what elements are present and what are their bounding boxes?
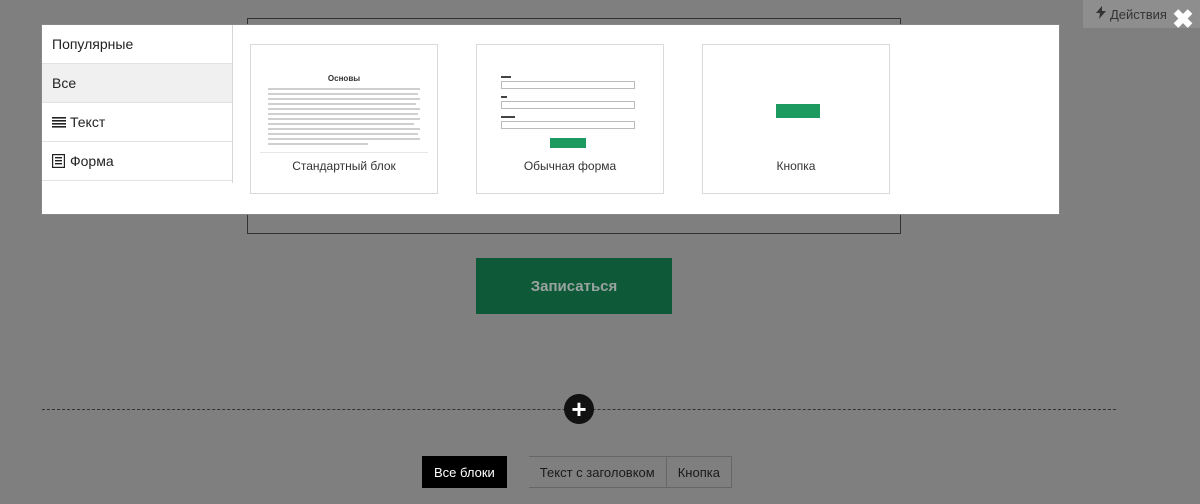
text-lines-icon <box>52 115 66 129</box>
block-card-standard[interactable]: Основы Стандартный блок <box>250 44 438 194</box>
lightning-icon <box>1096 6 1106 22</box>
button-thumbnail <box>712 54 880 154</box>
thumb-title: Основы <box>327 74 361 83</box>
tab-button[interactable]: Кнопка <box>666 456 732 488</box>
standard-block-thumbnail: Основы <box>260 54 428 154</box>
sidebar-item-all[interactable]: Все <box>42 64 232 103</box>
sidebar-item-label: Текст <box>70 114 106 130</box>
subscribe-button-label: Записаться <box>530 277 618 295</box>
close-icon[interactable]: ✖ <box>1170 6 1196 32</box>
sidebar-item-text[interactable]: Текст <box>42 103 232 142</box>
card-caption: Кнопка <box>776 159 816 173</box>
form-thumbnail <box>486 54 654 154</box>
tab-text-with-heading[interactable]: Текст с заголовком <box>528 456 667 488</box>
add-block-button[interactable]: + <box>564 394 594 424</box>
sidebar-item-form[interactable]: Форма <box>42 142 232 181</box>
sidebar-item-label: Популярные <box>52 36 134 52</box>
block-picker-modal: Популярные Все Текст Форма Основы Станда… <box>42 25 1059 214</box>
subscribe-button[interactable]: Записаться <box>476 258 672 314</box>
category-sidebar: Популярные Все Текст Форма <box>42 25 233 183</box>
card-caption: Стандартный блок <box>292 159 396 173</box>
actions-label: Действия <box>1110 6 1167 22</box>
plus-icon: + <box>571 394 587 424</box>
tab-all-blocks[interactable]: Все блоки <box>422 456 507 488</box>
block-tabs: Все блоки Текст с заголовком Кнопка <box>422 456 732 488</box>
sidebar-item-popular[interactable]: Популярные <box>42 25 232 64</box>
block-card-button[interactable]: Кнопка <box>702 44 890 194</box>
sidebar-item-label: Все <box>52 75 77 91</box>
card-caption: Обычная форма <box>523 159 617 173</box>
block-card-form[interactable]: Обычная форма <box>476 44 664 194</box>
form-icon <box>52 154 66 168</box>
sidebar-item-label: Форма <box>70 153 114 169</box>
